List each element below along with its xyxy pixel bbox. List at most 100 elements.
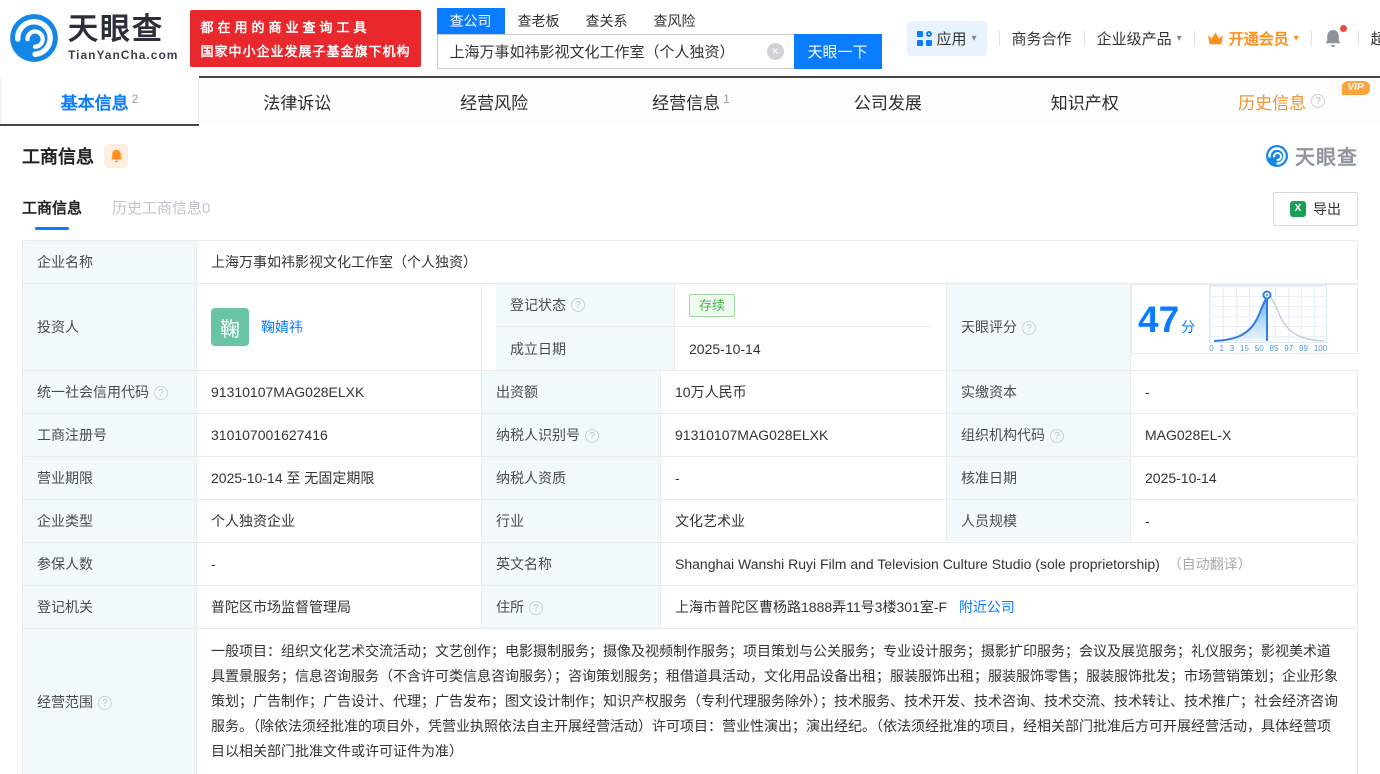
business-scope-value: 一般项目：组织文化艺术交流活动；文艺创作；电影摄制服务；摄像及视频制作服务；项目…: [211, 643, 1338, 759]
table-row: 工商注册号 310107001627416 纳税人识别号 91310107MAG…: [22, 413, 1358, 457]
company-tabbar: 基本信息2 法律诉讼 经营风险 经营信息1 公司发展 知识产权 历史信息 VIP: [0, 76, 1380, 126]
nav-user-menu[interactable]: 超级... ▾: [1371, 28, 1380, 49]
status-badge: 存续: [689, 293, 736, 317]
logo-title: 天眼查: [68, 13, 164, 46]
notifications-bell[interactable]: [1324, 25, 1347, 49]
subtab-history-business-info[interactable]: 历史工商信息0: [112, 197, 210, 230]
help-icon[interactable]: [585, 429, 599, 443]
score-unit: 分: [1181, 318, 1196, 335]
vip-badge: VIP: [1341, 81, 1370, 95]
main-content: 工商信息 天眼查 工商信息 历史工商信息0 导出: [0, 141, 1380, 774]
credit-code-value: 91310107MAG028ELXK: [196, 370, 482, 414]
english-name-value: Shanghai Wanshi Ruyi Film and Television…: [675, 556, 1160, 572]
nav-apps-label: 应用: [936, 30, 967, 48]
apps-grid-icon: [916, 30, 932, 46]
paid-capital-label: 实缴资本: [946, 370, 1131, 414]
company-name-value: 上海万事如祎影视文化工作室（个人独资）: [196, 240, 1358, 284]
help-icon[interactable]: [98, 695, 112, 710]
address-label: 住所: [496, 599, 524, 615]
business-term-value: 2025-10-14 至 无固定期限: [196, 456, 482, 500]
company-name-label: 企业名称: [22, 240, 197, 284]
capital-value: 10万人民币: [660, 370, 947, 414]
help-icon[interactable]: [1311, 94, 1326, 108]
reg-number-label: 工商注册号: [22, 413, 197, 457]
score-value: 47: [1138, 298, 1180, 340]
search-tab-relation[interactable]: 查关系: [573, 8, 641, 34]
org-code-label: 组织机构代码: [961, 427, 1045, 443]
divider: [1310, 30, 1312, 46]
tab-intellectual-property[interactable]: 知识产权: [986, 76, 1183, 126]
tab-basic-info[interactable]: 基本信息 2: [0, 76, 199, 126]
table-row: 营业期限 2025-10-14 至 无固定期限 纳税人资质 - 核准日期 202…: [22, 456, 1358, 500]
help-icon[interactable]: [571, 298, 585, 312]
staff-size-label: 人员规模: [946, 499, 1131, 543]
tab-count: 1: [723, 92, 730, 106]
taxpayer-id-label: 纳税人识别号: [496, 427, 580, 443]
insured-count-value: -: [196, 542, 482, 586]
table-row: 经营范围 一般项目：组织文化艺术交流活动；文艺创作；电影摄制服务；摄像及视频制作…: [22, 628, 1358, 774]
subtab-business-info[interactable]: 工商信息: [22, 197, 82, 230]
nearby-companies-link[interactable]: 附近公司: [959, 599, 1015, 615]
tab-legal-litigation[interactable]: 法律诉讼: [199, 76, 396, 126]
business-scope-label: 经营范围: [37, 693, 93, 710]
table-row: 企业名称 上海万事如祎影视文化工作室（个人独资）: [22, 240, 1358, 284]
bell-icon: [110, 149, 122, 162]
search-tab-boss[interactable]: 查老板: [505, 8, 573, 34]
chevron-down-icon: ▾: [1176, 32, 1182, 44]
tianyancha-logo[interactable]: 天眼查 TianYanCha.com: [8, 12, 178, 64]
promo-line1: 都在用的商业查询工具: [200, 19, 371, 35]
company-type-label: 企业类型: [22, 499, 197, 543]
tab-company-development[interactable]: 公司发展: [789, 76, 986, 126]
help-icon[interactable]: [1022, 321, 1036, 335]
help-icon[interactable]: [1050, 429, 1064, 443]
auto-translate-note: （自动翻译）: [1167, 556, 1252, 572]
divider: [1083, 30, 1085, 46]
table-row: 参保人数 - 英文名称 Shanghai Wanshi Ruyi Film an…: [22, 542, 1358, 586]
establish-date-value: 2025-10-14: [689, 340, 761, 357]
search-input[interactable]: [436, 33, 794, 69]
watermark-text: 天眼查: [1295, 147, 1358, 169]
nav-open-vip[interactable]: 开通会员 ▾: [1207, 28, 1299, 49]
tianyan-score[interactable]: 47 分: [1138, 301, 1195, 338]
establish-date-label: 成立日期: [510, 340, 566, 357]
score-axis-ticks: 01 3 15 50 85 97 99 100: [1209, 344, 1328, 353]
nav-coop-label: 商务合作: [1011, 30, 1072, 48]
address-value: 上海市普陀区曹杨路1888弄11号3楼301室-F: [675, 599, 948, 615]
watermark-logo: 天眼查: [1265, 141, 1358, 170]
search-button[interactable]: 天眼一下: [793, 33, 882, 69]
investor-link[interactable]: 鞠婧祎: [261, 317, 303, 337]
excel-icon: [1290, 201, 1306, 217]
crown-icon: [1207, 32, 1223, 44]
investor-avatar[interactable]: 鞠: [211, 308, 249, 346]
tab-history-info[interactable]: 历史信息 VIP: [1183, 76, 1380, 126]
help-icon[interactable]: [154, 386, 168, 400]
tab-label: 公司发展: [853, 93, 922, 113]
nav-product-label: 企业级产品: [1096, 30, 1172, 48]
nav-apps[interactable]: 应用 ▾: [906, 20, 987, 56]
table-row: 企业类型 个人独资企业 行业 文化艺术业 人员规模 -: [22, 499, 1358, 543]
nav-business-coop[interactable]: 商务合作: [1012, 28, 1072, 49]
help-icon[interactable]: [529, 601, 543, 615]
nav-enterprise-product[interactable]: 企业级产品 ▾: [1097, 28, 1182, 49]
subscribe-bell-button[interactable]: [104, 143, 128, 168]
insured-count-label: 参保人数: [22, 542, 197, 586]
search-tab-risk[interactable]: 查风险: [641, 8, 709, 34]
tab-operating-risk[interactable]: 经营风险: [396, 76, 593, 126]
business-term-label: 营业期限: [22, 456, 197, 500]
search-tab-company[interactable]: 查公司: [436, 7, 505, 34]
divider: [1193, 30, 1195, 46]
tab-count: 2: [131, 92, 139, 106]
tab-label: 基本信息: [60, 93, 129, 113]
tab-operating-info[interactable]: 经营信息 1: [593, 76, 790, 126]
reg-number-value: 310107001627416: [196, 413, 482, 457]
tab-label: 历史信息: [1238, 93, 1307, 113]
taxpayer-id-value: 91310107MAG028ELXK: [660, 413, 947, 457]
nav-vip-label: 开通会员: [1228, 30, 1289, 48]
approval-date-value: 2025-10-14: [1130, 456, 1358, 500]
promo-banner: 都在用的商业查询工具 国家中小企业发展子基金旗下机构: [190, 9, 421, 67]
export-label: 导出: [1313, 201, 1341, 217]
chevron-down-icon: ▾: [971, 32, 977, 44]
export-button[interactable]: 导出: [1273, 192, 1358, 226]
clear-search-icon[interactable]: [766, 42, 784, 60]
table-row: 统一社会信用代码 91310107MAG028ELXK 出资额 10万人民币 实…: [22, 370, 1358, 414]
